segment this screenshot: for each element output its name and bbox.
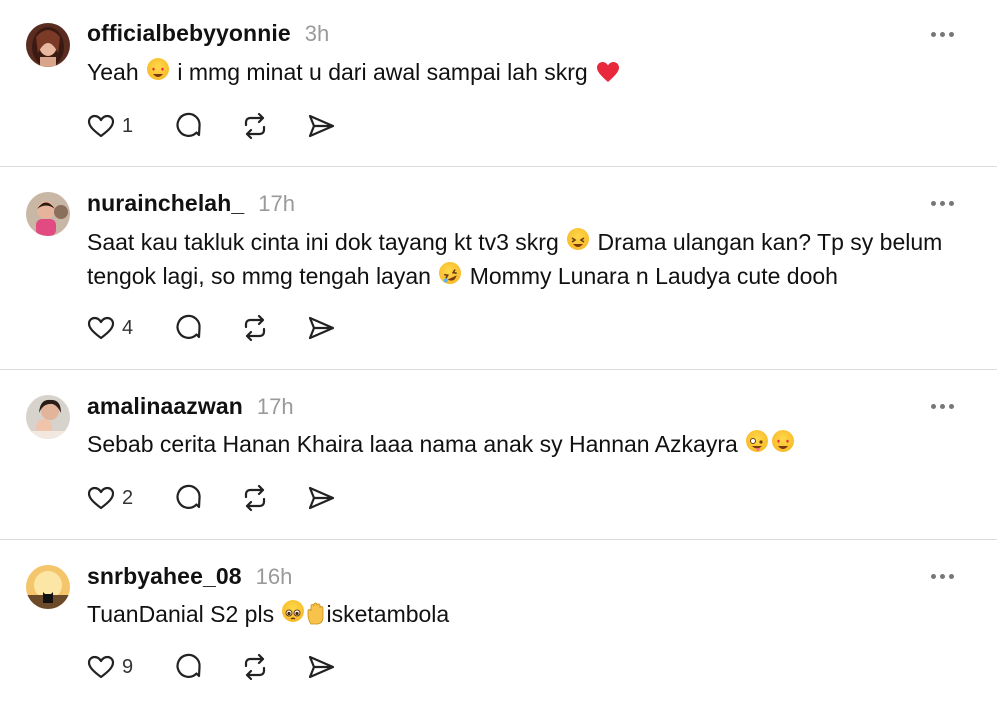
like-count: 1 — [122, 114, 134, 137]
comment-icon — [176, 112, 201, 137]
heart-icon — [87, 655, 115, 679]
post-actions: 2 — [86, 482, 346, 514]
send-icon — [308, 316, 335, 340]
post-actions: 1 — [86, 110, 346, 142]
share-button[interactable] — [306, 111, 346, 141]
zany-face-emoji-icon — [746, 430, 769, 452]
timestamp: 17h — [256, 394, 294, 419]
more-options-button[interactable] — [927, 391, 957, 421]
comment-icon — [176, 653, 201, 678]
avatar[interactable] — [26, 23, 70, 67]
more-options-button[interactable] — [927, 188, 957, 218]
repost-icon — [244, 112, 266, 140]
rofl-emoji-icon — [435, 258, 465, 288]
avatar[interactable] — [26, 395, 70, 439]
reply-post: snrbyahee_08 16h TuanDanial S2 pls isket… — [0, 540, 997, 707]
username[interactable]: officialbebyyonnie — [87, 20, 291, 47]
cat-sunset-avatar-icon — [26, 565, 70, 609]
repost-button[interactable] — [240, 483, 306, 513]
text-segment: Yeah — [87, 59, 145, 85]
repost-icon — [244, 484, 266, 512]
reply-post: amalinaazwan 17h Sebab cerita Hanan Khai… — [0, 370, 997, 540]
replies-feed: officialbebyyonnie 3h Yeah i mmg minat u… — [0, 0, 1000, 707]
heart-icon — [87, 114, 115, 138]
timestamp: 17h — [258, 191, 295, 216]
heart-icon — [87, 486, 115, 510]
more-options-button[interactable] — [927, 561, 957, 591]
avatar[interactable] — [26, 192, 70, 236]
reply-post: officialbebyyonnie 3h Yeah i mmg minat u… — [0, 0, 997, 167]
username[interactable]: nurainchelah_ — [87, 190, 244, 217]
red-heart-emoji-icon — [597, 62, 620, 82]
repost-button[interactable] — [240, 652, 306, 682]
text-segment: isketambola — [326, 601, 450, 627]
text-segment: i mmg minat u dari awal sampai lah skrg — [171, 59, 595, 85]
comment-icon — [176, 314, 201, 339]
like-count: 9 — [122, 655, 134, 678]
post-actions: 4 — [86, 312, 346, 344]
reply-button[interactable] — [174, 313, 240, 343]
timestamp: 16h — [255, 564, 293, 589]
like-count: 2 — [122, 486, 134, 509]
text-segment: Mommy Lunara n Laudya cute dooh — [463, 263, 838, 289]
mother-child-avatar-icon — [26, 395, 70, 439]
share-button[interactable] — [306, 652, 346, 682]
repost-icon — [244, 314, 266, 342]
heart-eyes-emoji-icon — [772, 430, 795, 452]
reply-button[interactable] — [174, 111, 240, 141]
username[interactable]: snrbyahee_08 — [87, 563, 242, 590]
post-text: Sebab cerita Hanan Khaira laaa nama anak… — [87, 427, 967, 461]
reply-button[interactable] — [174, 652, 240, 682]
reply-post: nurainchelah_ 17h Saat kau takluk cinta … — [0, 167, 997, 370]
heart-eyes-emoji-icon — [147, 58, 169, 80]
text-segment: TuanDanial S2 pls — [87, 601, 281, 627]
send-icon — [308, 114, 335, 138]
heart-icon — [87, 316, 115, 340]
woman-portrait-avatar-icon — [26, 23, 70, 67]
post-actions: 9 — [86, 651, 346, 683]
text-segment: Saat kau takluk cinta ini dok tayang kt … — [87, 229, 566, 255]
avatar[interactable] — [26, 565, 70, 609]
send-icon — [308, 486, 335, 510]
like-button[interactable]: 2 — [86, 483, 174, 513]
post-text: Saat kau takluk cinta ini dok tayang kt … — [87, 225, 967, 293]
share-button[interactable] — [306, 313, 346, 343]
text-segment: Sebab cerita Hanan Khaira laaa nama anak… — [87, 431, 745, 457]
post-text: TuanDanial S2 pls isketambola — [87, 597, 967, 631]
share-button[interactable] — [306, 483, 346, 513]
like-button[interactable]: 4 — [86, 313, 174, 343]
repost-button[interactable] — [240, 313, 306, 343]
post-text: Yeah i mmg minat u dari awal sampai lah … — [87, 55, 967, 89]
pleading-face-emoji-icon — [282, 600, 305, 622]
child-portrait-avatar-icon — [26, 192, 70, 236]
timestamp: 3h — [304, 21, 330, 46]
laughing-emoji-icon — [567, 228, 590, 250]
repost-button[interactable] — [240, 111, 306, 141]
username[interactable]: amalinaazwan — [87, 393, 243, 420]
more-options-button[interactable] — [927, 19, 957, 49]
like-count: 4 — [122, 316, 134, 339]
comment-icon — [176, 484, 201, 509]
send-icon — [308, 655, 335, 679]
repost-icon — [244, 653, 266, 681]
like-button[interactable]: 9 — [86, 652, 174, 682]
like-button[interactable]: 1 — [86, 111, 174, 141]
reply-button[interactable] — [174, 483, 240, 513]
raised-hand-emoji-icon — [308, 602, 324, 625]
